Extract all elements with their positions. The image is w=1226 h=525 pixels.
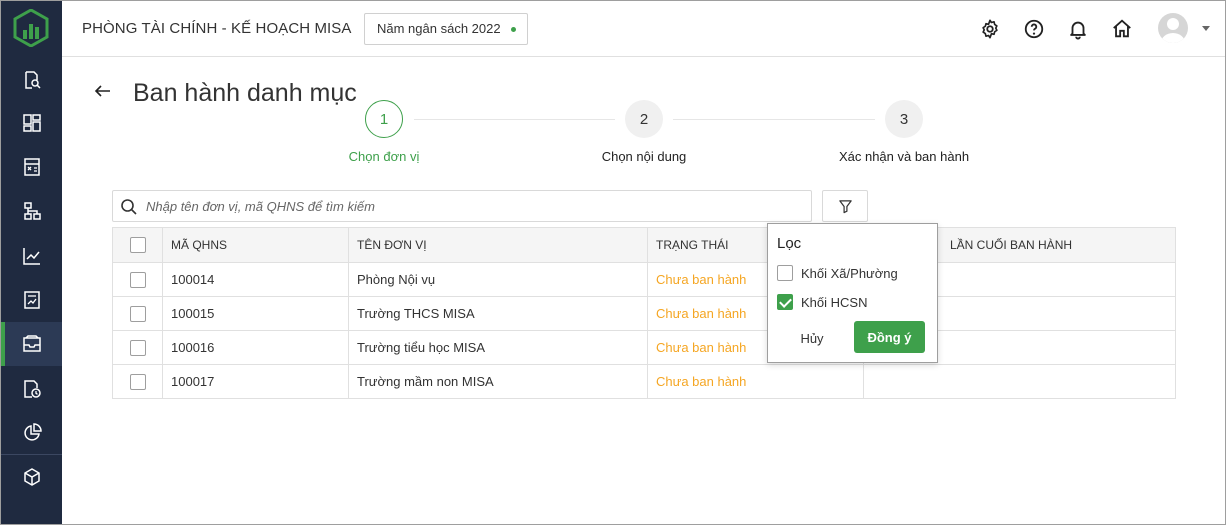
org-chart-icon	[23, 202, 41, 220]
search-box	[112, 190, 812, 222]
select-all-checkbox[interactable]	[129, 237, 146, 253]
cell-last-issued	[863, 364, 1176, 399]
filter-option-checkbox[interactable]	[777, 294, 793, 310]
filter-cancel-button[interactable]: Hủy	[796, 324, 828, 352]
sidebar-item-organization[interactable]	[1, 189, 62, 233]
line-chart-icon	[22, 248, 40, 265]
page-title: Ban hành danh mục	[133, 79, 357, 107]
select-all-cell	[112, 227, 163, 263]
sidebar-item-statistics[interactable]	[1, 411, 62, 455]
filter-popup: Lọc Khối Xã/Phường Khối HCSN Hủy Đồng ý	[767, 223, 938, 363]
cube-icon	[23, 468, 40, 486]
chevron-down-icon[interactable]	[1202, 26, 1210, 31]
step-3-label: Xác nhận và ban hành	[838, 149, 970, 164]
row-select-cell	[112, 330, 163, 365]
home-button[interactable]	[1110, 17, 1134, 41]
step-2[interactable]: 2	[625, 100, 663, 138]
calculator-icon	[23, 158, 40, 176]
cell-name: Trường THCS MISA	[348, 296, 648, 331]
cell-code: 100014	[162, 262, 349, 297]
sidebar-item-catalog[interactable]	[1, 322, 62, 366]
step-1[interactable]: 1	[365, 100, 403, 138]
sidebar-item-calculator[interactable]	[1, 145, 62, 189]
arrow-left-icon	[94, 85, 110, 97]
column-header-name[interactable]: TÊN ĐƠN VỊ	[348, 227, 648, 263]
table-row[interactable]: 100014 Phòng Nội vụ Chưa ban hành	[112, 262, 1176, 297]
search-document-icon	[24, 71, 41, 89]
row-checkbox[interactable]	[129, 339, 146, 356]
row-select-cell	[112, 364, 163, 399]
sidebar-item-search[interactable]	[1, 58, 62, 102]
table-row[interactable]: 100015 Trường THCS MISA Chưa ban hành	[112, 296, 1176, 331]
dashboard-icon	[22, 114, 41, 132]
filter-icon	[838, 199, 852, 213]
step-3[interactable]: 3	[885, 100, 923, 138]
misa-logo-icon[interactable]	[13, 8, 49, 48]
budget-year-label: Năm ngân sách 2022	[377, 21, 501, 36]
sidebar-item-analytics[interactable]	[1, 234, 62, 278]
step-1-label: Chọn đơn vị	[348, 149, 420, 164]
org-title: PHÒNG TÀI CHÍNH - KẾ HOẠCH MISA	[82, 20, 352, 37]
filter-popup-title: Lọc	[777, 235, 802, 252]
pie-chart-icon	[23, 423, 42, 441]
table-header-row: MÃ QHNS TÊN ĐƠN VỊ TRẠNG THÁI LẦN CUỐI B…	[112, 227, 1176, 263]
table-row[interactable]: 100016 Trường tiểu học MISA Chưa ban hàn…	[112, 330, 1176, 365]
table-row[interactable]: 100017 Trường mầm non MISA Chưa ban hành	[112, 364, 1176, 399]
row-checkbox[interactable]	[129, 271, 146, 288]
notifications-button[interactable]	[1066, 17, 1090, 41]
user-icon	[1161, 18, 1185, 43]
row-select-cell	[112, 296, 163, 331]
back-button[interactable]	[93, 81, 113, 101]
filter-option-hcsn[interactable]: Khối HCSN	[777, 293, 867, 311]
clock-document-icon	[23, 380, 41, 398]
report-icon	[23, 291, 40, 309]
sidebar	[1, 1, 62, 524]
settings-button[interactable]	[978, 17, 1002, 41]
sidebar-item-reports[interactable]	[1, 278, 62, 322]
cell-code: 100015	[162, 296, 349, 331]
search-input[interactable]	[146, 191, 796, 221]
search-icon	[121, 199, 137, 215]
cell-code: 100016	[162, 330, 349, 365]
cell-name: Phòng Nội vụ	[348, 262, 648, 297]
units-table: MÃ QHNS TÊN ĐƠN VỊ TRẠNG THÁI LẦN CUỐI B…	[112, 227, 1176, 399]
sidebar-item-history[interactable]	[1, 367, 62, 411]
bell-icon	[1070, 21, 1086, 40]
user-avatar[interactable]	[1158, 13, 1188, 43]
filter-button[interactable]	[822, 190, 868, 222]
row-checkbox[interactable]	[129, 305, 146, 322]
step-connector	[673, 119, 875, 120]
cell-name: Trường tiểu học MISA	[348, 330, 648, 365]
cell-name: Trường mầm non MISA	[348, 364, 648, 399]
column-header-code[interactable]: MÃ QHNS	[162, 227, 349, 263]
inbox-icon	[22, 335, 41, 352]
status-dot	[510, 27, 516, 32]
help-icon	[1024, 19, 1044, 39]
cell-code: 100017	[162, 364, 349, 399]
filter-ok-button[interactable]: Đồng ý	[854, 321, 925, 353]
app-window: PHÒNG TÀI CHÍNH - KẾ HOẠCH MISA Năm ngân…	[0, 0, 1226, 525]
cell-status: Chưa ban hành	[647, 364, 864, 399]
gear-icon	[982, 19, 998, 39]
filter-option-label: Khối Xã/Phường	[801, 265, 898, 281]
step-connector	[414, 119, 615, 120]
filter-option-ward[interactable]: Khối Xã/Phường	[777, 264, 898, 282]
top-header: PHÒNG TÀI CHÍNH - KẾ HOẠCH MISA Năm ngân…	[62, 1, 1225, 57]
sidebar-item-dashboard[interactable]	[1, 101, 62, 145]
row-select-cell	[112, 262, 163, 297]
filter-option-label: Khối HCSN	[801, 294, 868, 310]
help-button[interactable]	[1022, 17, 1046, 41]
step-2-label: Chọn nội dung	[601, 149, 687, 164]
row-checkbox[interactable]	[129, 373, 146, 390]
filter-option-checkbox[interactable]	[777, 265, 793, 281]
home-icon	[1113, 19, 1131, 38]
sidebar-item-modules[interactable]	[1, 455, 62, 499]
budget-year-selector[interactable]: Năm ngân sách 2022	[364, 13, 528, 45]
